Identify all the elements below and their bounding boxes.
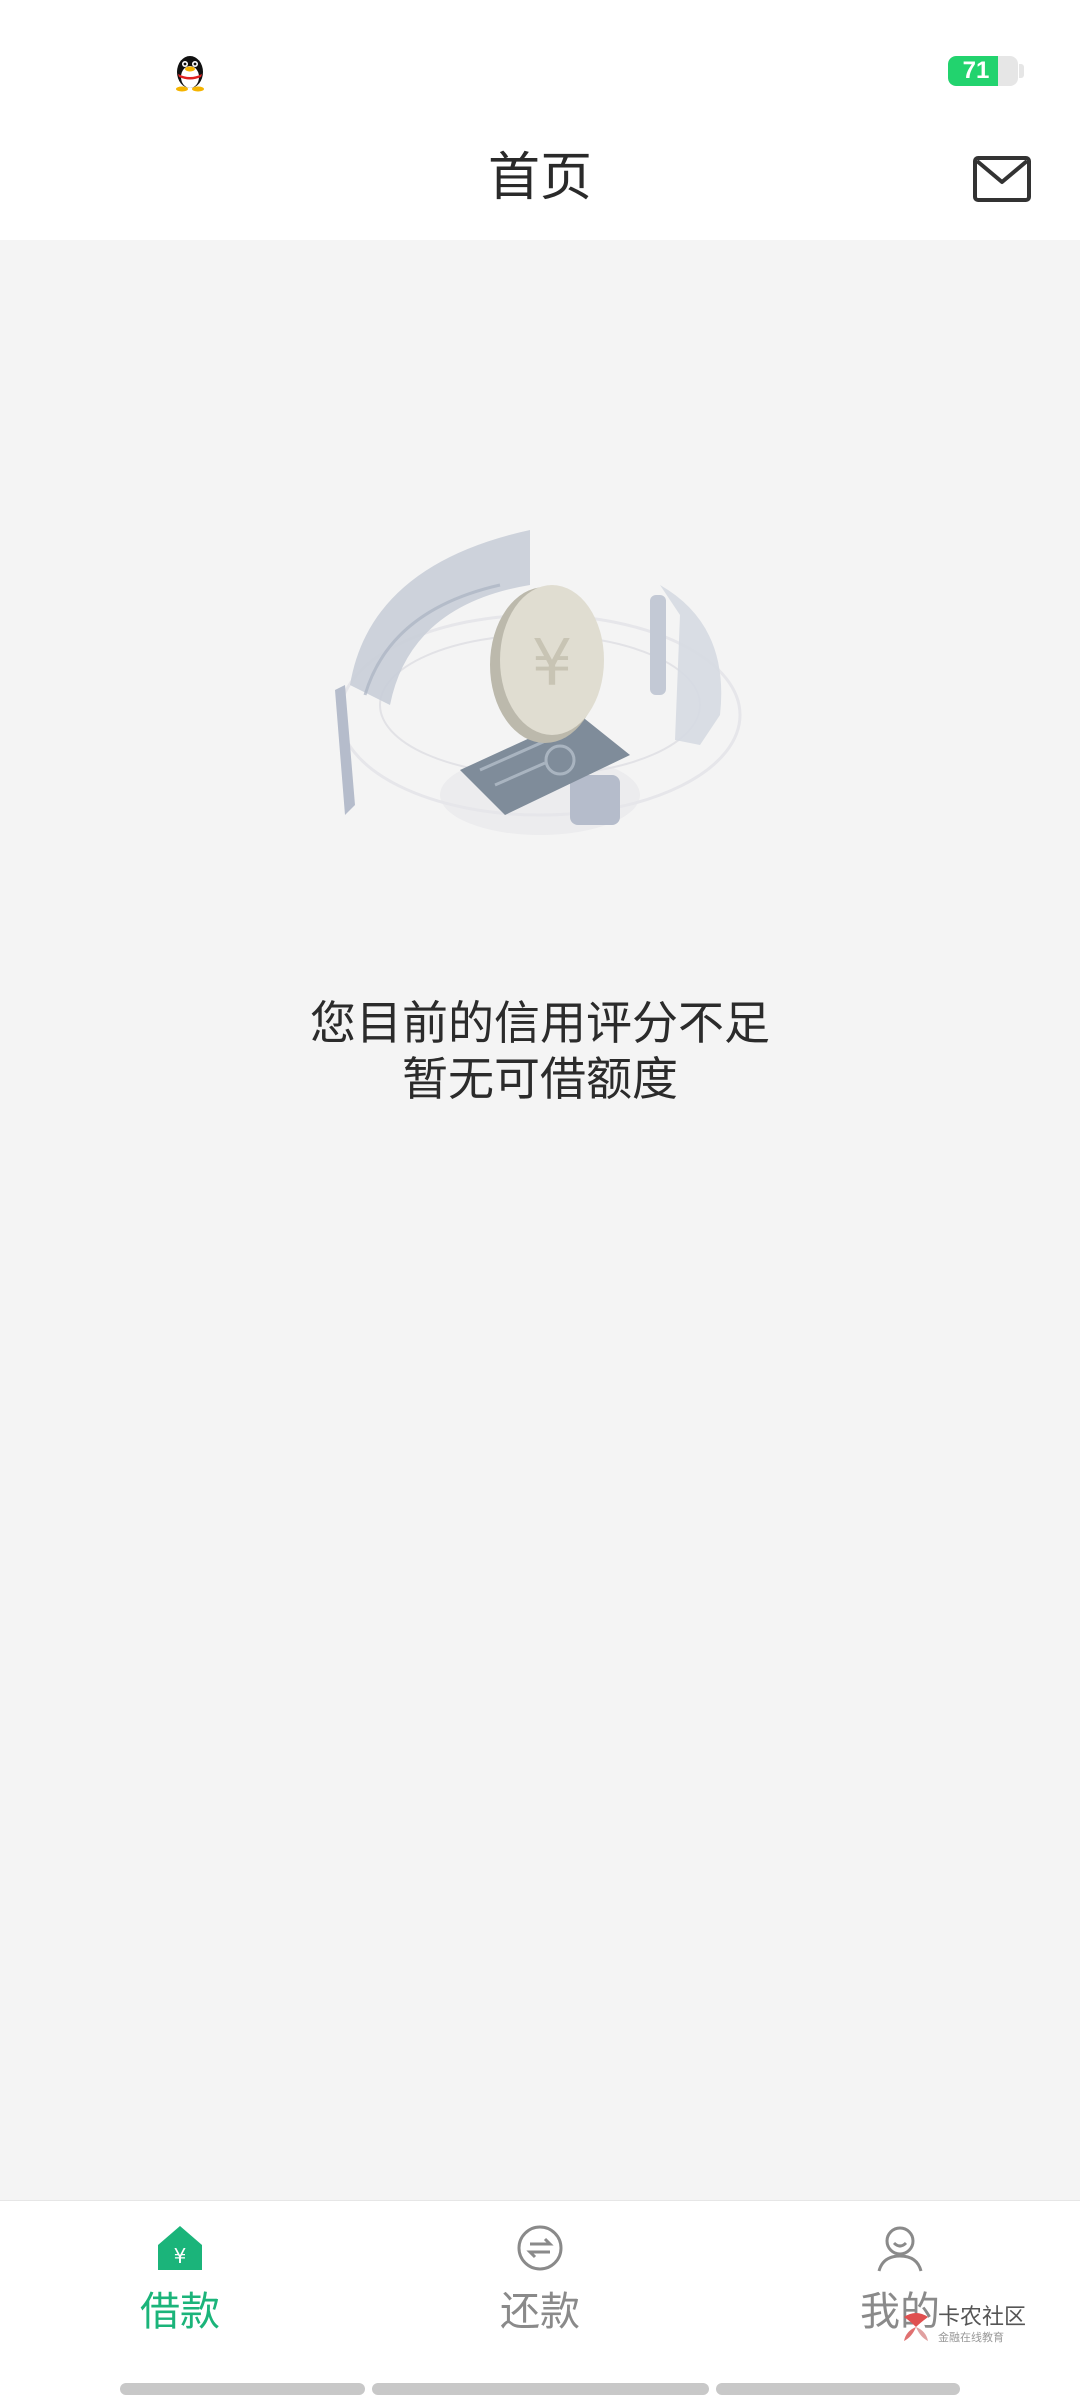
app-header: 首页 xyxy=(0,130,1080,240)
watermark-logo-icon xyxy=(904,2313,928,2341)
home-indicator-left xyxy=(120,2383,365,2395)
battery-cap xyxy=(1019,64,1024,78)
tab-repay[interactable]: 还款 xyxy=(440,2201,640,2361)
credit-insufficient-text: 您目前的信用评分不足 xyxy=(310,996,770,1050)
watermark: 卡农社区 金融在线教育 xyxy=(900,2305,1070,2349)
home-indicator-center xyxy=(372,2383,709,2395)
mail-icon[interactable] xyxy=(972,152,1032,206)
tab-loan[interactable]: ¥ 借款 xyxy=(80,2201,280,2361)
empty-state-message: 您目前的信用评分不足 暂无可借额度 xyxy=(0,995,1080,1107)
tab-repay-label: 还款 xyxy=(500,2289,580,2335)
repay-exchange-icon xyxy=(517,2225,563,2271)
home-indicator-right xyxy=(716,2383,960,2395)
loan-home-icon: ¥ xyxy=(158,2226,202,2270)
no-credit-limit-text: 暂无可借额度 xyxy=(402,1052,678,1106)
coin-credit-card-illustration: ¥ xyxy=(335,530,742,835)
battery-level: 71 xyxy=(962,57,990,84)
watermark-title: 卡农社区 xyxy=(938,2305,1027,2330)
svg-text:¥: ¥ xyxy=(174,2244,187,2268)
status-bar: 71 xyxy=(0,0,1080,130)
tab-loan-label: 借款 xyxy=(140,2289,220,2335)
profile-icon xyxy=(877,2226,923,2272)
battery-indicator: 71 xyxy=(948,56,1018,86)
qq-penguin-icon xyxy=(176,56,204,92)
svg-text:¥: ¥ xyxy=(532,627,573,701)
bottom-tab-bar: ¥ 借款 还款 我的 xyxy=(0,2200,1080,2400)
watermark-subtitle: 金融在线教育 xyxy=(938,2331,1004,2344)
page-title: 首页 xyxy=(487,148,592,208)
